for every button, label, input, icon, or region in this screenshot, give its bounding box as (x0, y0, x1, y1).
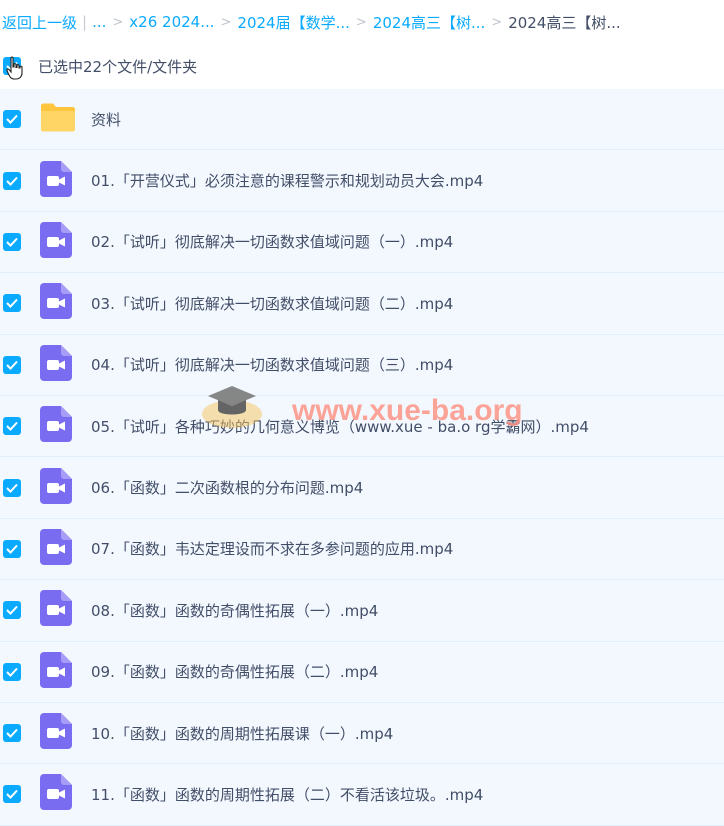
file-name[interactable]: 09.「函数」函数的奇偶性拓展（二）.mp4 (91, 661, 378, 682)
row-checkbox[interactable] (3, 355, 21, 374)
video-file-icon (40, 713, 72, 753)
file-row[interactable]: 06.「函数」二次函数根的分布问题.mp4 (0, 457, 724, 519)
file-name[interactable]: 03.「试听」彻底解决一切函数求值域问题（二）.mp4 (91, 293, 453, 314)
row-checkbox[interactable] (3, 294, 21, 313)
video-file-icon (40, 774, 72, 814)
video-file-icon (40, 651, 72, 692)
video-file-icon (40, 406, 72, 446)
row-checkbox[interactable] (3, 110, 21, 129)
file-row[interactable]: 01.「开营仪式」必须注意的课程警示和规划动员大会.mp4 (0, 150, 724, 212)
breadcrumb: 返回上一级 | ... > x26 2024... > 2024届【数学... … (0, 0, 724, 44)
file-name[interactable]: 06.「函数」二次函数根的分布问题.mp4 (91, 477, 363, 498)
crumb-divider: | (82, 13, 88, 31)
chevron-right-icon: > (112, 14, 124, 30)
row-checkbox[interactable] (3, 478, 21, 497)
breadcrumb-item[interactable]: 2024高三【树... (373, 12, 485, 33)
folder-row[interactable]: 资料 (0, 89, 724, 151)
row-checkbox[interactable] (3, 724, 21, 743)
folder-icon (40, 102, 76, 136)
video-file-icon (40, 344, 72, 385)
file-name[interactable]: 11.「函数」函数的周期性拓展（二）不看活该垃圾。.mp4 (91, 784, 483, 805)
file-name[interactable]: 10.「函数」函数的周期性拓展课（一）.mp4 (91, 723, 393, 744)
row-checkbox[interactable] (3, 171, 21, 190)
video-file-icon (40, 467, 72, 508)
back-link[interactable]: 返回上一级 (2, 12, 77, 33)
video-file-icon (40, 221, 72, 262)
row-checkbox[interactable] (3, 539, 21, 558)
file-row[interactable]: 11.「函数」函数的周期性拓展（二）不看活该垃圾。.mp4 (0, 764, 724, 826)
file-name[interactable]: 02.「试听」彻底解决一切函数求值域问题（一）.mp4 (91, 231, 453, 252)
file-name[interactable]: 01.「开营仪式」必须注意的课程警示和规划动员大会.mp4 (91, 170, 483, 191)
row-checkbox[interactable] (3, 232, 21, 251)
chevron-right-icon: > (220, 14, 232, 30)
breadcrumb-item[interactable]: x26 2024... (129, 13, 214, 31)
file-list: 资料 01.「开营仪式」必须注意的课程警示和规划动员大会.mp4 02.「试听」彻底… (0, 89, 724, 826)
breadcrumb-current: 2024高三【树... (508, 13, 621, 32)
row-checkbox[interactable] (3, 601, 21, 620)
selection-count-label: 已选中22个文件/文件夹 (38, 58, 198, 76)
selection-bar: 已选中22个文件/文件夹 (0, 44, 724, 89)
video-file-icon (40, 528, 72, 569)
file-name[interactable]: 07.「函数」韦达定理设而不求在多参问题的应用.mp4 (91, 538, 453, 559)
row-checkbox[interactable] (3, 417, 21, 436)
chevron-right-icon: > (355, 14, 367, 30)
breadcrumb-item[interactable]: 2024届【数学... (237, 12, 349, 33)
video-file-icon (40, 590, 72, 630)
file-name[interactable]: 资料 (91, 109, 121, 130)
file-row[interactable]: 05.「试听」各种巧妙的几何意义博览（www.xue - ba.o rg学霸网）… (0, 395, 724, 458)
row-checkbox[interactable] (3, 662, 21, 681)
file-name[interactable]: 04.「试听」彻底解决一切函数求值域问题（三）.mp4 (91, 354, 453, 375)
hand-cursor-icon (6, 56, 24, 84)
file-row[interactable]: 04.「试听」彻底解决一切函数求值域问题（三）.mp4 (0, 334, 724, 396)
file-row[interactable]: 02.「试听」彻底解决一切函数求值域问题（一）.mp4 (0, 211, 724, 274)
breadcrumb-ellipsis[interactable]: ... (92, 13, 106, 31)
file-row[interactable]: 09.「函数」函数的奇偶性拓展（二）.mp4 (0, 641, 724, 703)
file-row[interactable]: 07.「函数」韦达定理设而不求在多参问题的应用.mp4 (0, 518, 724, 581)
file-name[interactable]: 08.「函数」函数的奇偶性拓展（一）.mp4 (91, 600, 378, 621)
video-file-icon (40, 160, 72, 201)
file-name[interactable]: 05.「试听」各种巧妙的几何意义博览（www.xue - ba.o rg学霸网）… (91, 416, 589, 437)
row-checkbox[interactable] (3, 785, 21, 804)
video-file-icon (40, 283, 72, 323)
file-row[interactable]: 08.「函数」函数的奇偶性拓展（一）.mp4 (0, 580, 724, 642)
file-row[interactable]: 10.「函数」函数的周期性拓展课（一）.mp4 (0, 702, 724, 765)
file-row[interactable]: 03.「试听」彻底解决一切函数求值域问题（二）.mp4 (0, 273, 724, 335)
chevron-right-icon: > (491, 14, 503, 30)
